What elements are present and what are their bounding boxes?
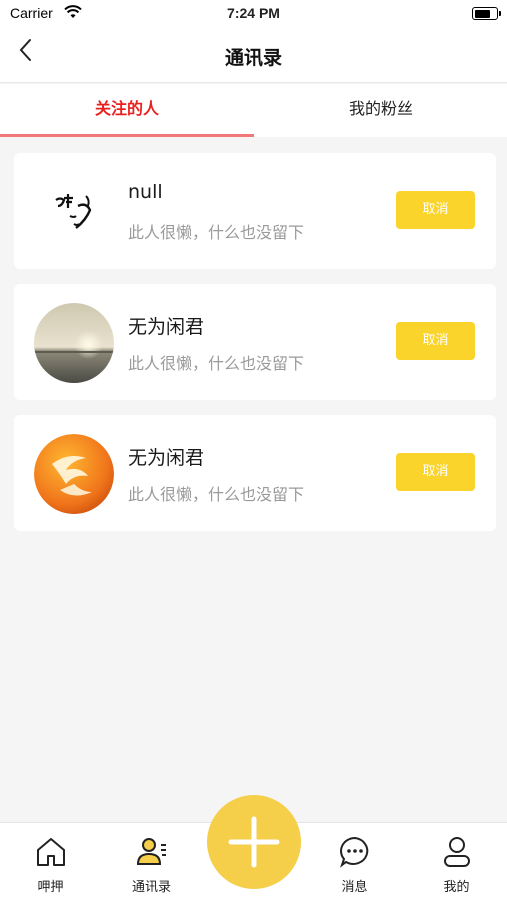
tabbar-label: 消息 (341, 880, 368, 895)
contact-card[interactable]: null 此人很懒，什么也没留下 取消 (14, 153, 496, 269)
contacts-icon (136, 838, 166, 865)
tabbar-label: 呷押 (37, 880, 64, 895)
tabbar-label: 我的 (443, 880, 470, 895)
tabbar-item-messages[interactable]: 消息 (304, 823, 405, 900)
sunset-sea-avatar-icon (34, 303, 114, 383)
tabbar-item-home[interactable]: 呷押 (0, 823, 101, 900)
battery-icon (472, 7, 501, 20)
unfollow-button[interactable]: 取消 (396, 453, 475, 491)
clock: 7:24 PM (227, 5, 280, 21)
avatar[interactable] (34, 303, 114, 383)
plus-icon (228, 816, 280, 868)
segment-tabs: 关注的人 我的粉丝 (0, 84, 507, 137)
contact-name: null (128, 181, 163, 203)
navigation-bar: 通讯录 (0, 28, 507, 83)
avatar[interactable] (34, 434, 114, 514)
status-bar: Carrier 7:24 PM (0, 0, 507, 28)
tab-fans[interactable]: 我的粉丝 (254, 84, 507, 137)
contact-bio: 此人很懒，什么也没留下 (128, 223, 305, 242)
avatar[interactable] (34, 172, 114, 252)
home-icon (36, 838, 65, 866)
contact-name: 无为闲君 (128, 447, 205, 469)
tabbar-label: 通讯录 (131, 880, 171, 895)
contact-name: 无为闲君 (128, 316, 205, 338)
contact-card[interactable]: 无为闲君 此人很懒，什么也没留下 取消 (14, 415, 496, 531)
contact-bio: 此人很懒，什么也没留下 (128, 354, 305, 373)
orange-logo-avatar-icon (34, 434, 114, 514)
profile-icon (443, 837, 470, 867)
page-title: 通讯录 (224, 47, 282, 69)
unfollow-button[interactable]: 取消 (396, 322, 475, 360)
tabbar-item-contacts[interactable]: 通讯录 (101, 823, 202, 900)
unfollow-button[interactable]: 取消 (396, 191, 475, 229)
tab-following[interactable]: 关注的人 (0, 84, 254, 137)
tabbar-item-profile[interactable]: 我的 (406, 823, 507, 900)
contact-card[interactable]: 无为闲君 此人很懒，什么也没留下 取消 (14, 284, 496, 400)
calligraphy-avatar-icon (34, 172, 114, 252)
contact-bio: 此人很懒，什么也没留下 (128, 485, 305, 504)
message-icon (339, 836, 368, 868)
add-button[interactable] (207, 795, 301, 889)
